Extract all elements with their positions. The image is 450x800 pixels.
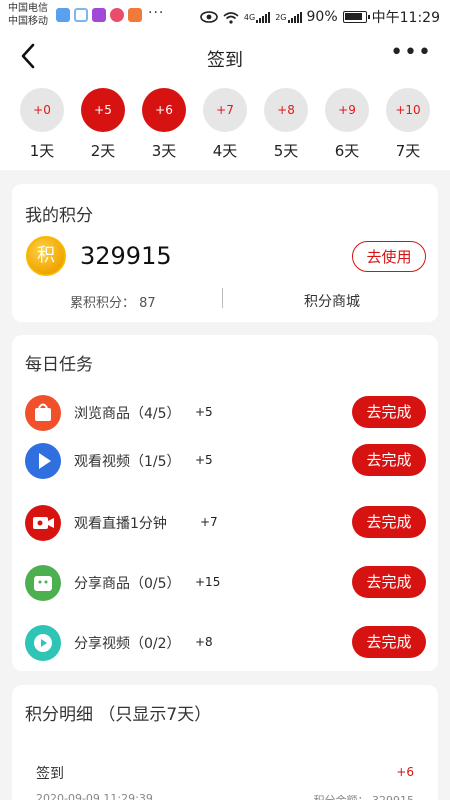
carrier-1: 中国电信 <box>8 3 48 14</box>
checkin-day-label: 3天 <box>151 142 177 160</box>
share-goods-icon <box>25 565 61 601</box>
carrier-info: 中国电信 中国移动 <box>8 2 48 28</box>
task-row: 浏览商品（4/5） +5 去完成 <box>12 393 438 433</box>
task-row: 分享商品（0/5） +15 去完成 <box>12 563 438 603</box>
checkin-points-badge: +6 <box>142 88 186 132</box>
checkin-day: +5 2天 <box>78 88 128 161</box>
more-button[interactable]: ••• <box>390 40 432 65</box>
checkin-day-label: 1天 <box>29 142 55 160</box>
points-coin-icon: 积 <box>26 236 66 276</box>
battery-percent: 90% <box>306 9 338 25</box>
checkin-day-label: 6天 <box>334 142 360 160</box>
photo-app-icon <box>92 8 106 22</box>
task-row: 分享视频（0/2） +8 去完成 <box>12 623 438 663</box>
signal-1-icon <box>256 11 271 23</box>
accumulated-points: 累积积分： 87 <box>70 296 156 311</box>
task-points: +7 <box>200 515 218 529</box>
task-points: +5 <box>195 405 213 419</box>
detail-item-time: 2020-09-09 11:29:39 <box>36 792 153 800</box>
points-value: 329915 <box>80 242 172 270</box>
checkin-day-label: 2天 <box>90 142 116 160</box>
detail-item-balance: 积分余额： 329915 <box>314 792 415 800</box>
network-type-2: 2G <box>275 12 287 22</box>
use-points-button[interactable]: 去使用 <box>352 241 426 272</box>
task-name: 浏览商品（4/5） <box>74 406 181 422</box>
news-app-icon <box>110 8 124 22</box>
my-points-card: 我的积分 积 329915 去使用 累积积分： 87 积分商城 <box>12 184 438 322</box>
my-points-title: 我的积分 <box>25 206 93 226</box>
points-details-card: 积分明细 （只显示7天） 签到 +6 2020-09-09 11:29:39 积… <box>12 685 438 800</box>
daily-tasks-card: 每日任务 浏览商品（4/5） +5 去完成 观看视频（1/5） +5 去完成 观看直播1分钟… <box>12 335 438 671</box>
task-row: 观看直播1分钟 +7 去完成 <box>12 503 438 543</box>
carrier-2: 中国移动 <box>8 16 48 27</box>
checkin-day: +8 5天 <box>261 88 311 161</box>
send-app-icon <box>56 8 70 22</box>
signal-2-icon <box>287 11 302 23</box>
checkin-points-badge: +9 <box>325 88 369 132</box>
divider <box>222 288 223 308</box>
task-name: 分享视频（0/2） <box>74 636 181 652</box>
nav-bar: 签到 ••• <box>0 32 450 84</box>
complete-task-button[interactable]: 去完成 <box>352 626 426 658</box>
circle-app-icon <box>74 8 88 22</box>
checkin-points-badge: +8 <box>264 88 308 132</box>
task-name: 观看直播1分钟 <box>74 516 167 532</box>
status-bar: 中国电信 中国移动 ··· 4G 2G 90% 中午11:29 <box>0 0 450 32</box>
checkin-day-label: 5天 <box>273 142 299 160</box>
system-indicators: 4G 2G 90% 中午11:29 <box>200 7 440 27</box>
checkin-points-badge: +0 <box>20 88 64 132</box>
checkin-day: +10 7天 <box>383 88 433 161</box>
daily-tasks-title: 每日任务 <box>25 355 93 375</box>
detail-item-points: +6 <box>396 765 414 779</box>
task-name: 分享商品（0/5） <box>74 576 181 592</box>
detail-item-name: 签到 <box>36 766 64 782</box>
battery-icon <box>342 11 370 23</box>
task-row: 观看视频（1/5） +5 去完成 <box>12 441 438 481</box>
checkin-points-badge: +5 <box>81 88 125 132</box>
shopping-bag-icon <box>25 395 61 431</box>
points-details-title: 积分明细 （只显示7天） <box>25 705 212 725</box>
complete-task-button[interactable]: 去完成 <box>352 566 426 598</box>
task-points: +15 <box>195 575 221 589</box>
clock: 中午11:29 <box>371 10 440 26</box>
toutiao-app-icon <box>128 8 142 22</box>
page-title: 签到 <box>207 50 243 71</box>
checkin-points-badge: +10 <box>386 88 430 132</box>
complete-task-button[interactable]: 去完成 <box>352 396 426 428</box>
task-points: +5 <box>195 453 213 467</box>
points-mall-link[interactable]: 积分商城 <box>304 291 360 311</box>
checkin-day-label: 4天 <box>212 142 238 160</box>
share-video-icon <box>25 625 61 661</box>
complete-task-button[interactable]: 去完成 <box>352 506 426 538</box>
task-points: +8 <box>195 635 213 649</box>
complete-task-button[interactable]: 去完成 <box>352 444 426 476</box>
play-icon <box>25 443 61 479</box>
live-camera-icon <box>25 505 61 541</box>
more-notifications-icon: ··· <box>148 5 165 21</box>
task-name: 观看视频（1/5） <box>74 454 181 470</box>
eye-icon <box>200 11 218 23</box>
network-type-1: 4G <box>243 12 256 22</box>
checkin-days: +0 1天 +5 2天 +6 3天 +7 4天 +8 5天 +9 6天 +10 7天 <box>0 84 450 170</box>
checkin-points-badge: +7 <box>203 88 247 132</box>
checkin-day: +6 3天 <box>139 88 189 161</box>
checkin-day: +7 4天 <box>200 88 250 161</box>
checkin-day: +9 6天 <box>322 88 372 161</box>
checkin-day-label: 7天 <box>395 142 421 160</box>
checkin-day: +0 1天 <box>17 88 67 161</box>
wifi-icon <box>223 11 239 24</box>
